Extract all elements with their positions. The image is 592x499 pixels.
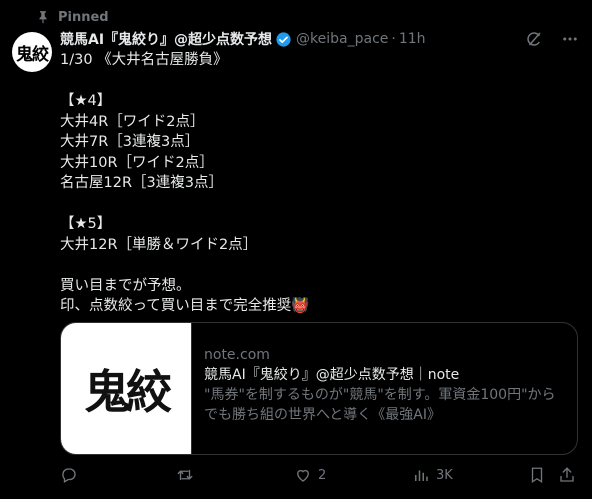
pinned-label: Pinned [58,9,109,25]
card-thumb-text: 鬼絞 [84,364,172,419]
timestamp[interactable]: 11h [399,31,426,47]
tweet-text: 1/30 《大井名古屋勝負》 【★4】大井4R［ワイド2点］ 大井7R［3連複3点］… [60,50,580,317]
views-button[interactable]: 3K [412,464,453,486]
retweet-button[interactable] [176,464,200,486]
tweet-line: 【★4】 [60,93,112,109]
tweet-header: 競馬AI『鬼絞り』@超少点数予想 @keiba_pace · 11h [60,29,580,49]
tweet-line: 印、点数絞って買い目まで完全推奨👹 [60,298,310,314]
tweet-line: 大井4R［ワイド2点］ [60,113,205,130]
header-actions [524,29,580,49]
pinned-indicator: Pinned [36,9,109,25]
card-title: 競馬AI『鬼絞り』@超少点数予想｜note [204,367,460,383]
reply-button[interactable] [60,464,84,486]
bookmark-icon [531,467,543,484]
avatar-text: 鬼絞 [16,44,49,65]
like-count: 2 [318,467,327,483]
card-domain: note.com [204,347,270,363]
tweet-line: 名古屋12R［3連複3点］ [60,175,223,191]
action-bar: 2 3K [60,464,576,486]
tweet-line: 1/30 《大井名古屋勝負》 [60,52,228,68]
tweet-line: 大井7R［3連複3点］ [60,134,200,150]
views-icon [415,470,428,481]
retweet-icon [177,469,193,481]
verified-badge-icon[interactable] [275,31,292,48]
separator-dot: · [391,31,396,47]
display-name[interactable]: 競馬AI『鬼絞り』@超少点数予想 [60,29,272,49]
like-icon [297,469,309,482]
share-button[interactable] [558,464,576,486]
pin-icon [39,11,47,24]
share-icon [560,467,574,482]
like-button[interactable]: 2 [294,464,326,486]
avatar[interactable]: 鬼絞 [12,32,52,72]
tweet-line [60,71,580,92]
tweet-line [60,194,580,215]
bookmark-button[interactable] [528,464,546,486]
tweet-line: 【★5】 [60,216,112,232]
tweet-line: 買い目までが予想。 [60,277,191,294]
more-icon[interactable] [560,29,580,49]
handle[interactable]: @keiba_pace [296,31,388,47]
tweet-line: 大井12R［単勝＆ワイド2点］ [60,236,258,253]
reply-icon [62,468,76,483]
card-meta: note.com 競馬AI『鬼絞り』@超少点数予想｜note "馬券"を制するも… [192,323,577,454]
views-count: 3K [436,467,453,483]
card-thumbnail: 鬼絞 [61,323,192,454]
tweet-line: 大井10R［ワイド2点］ [60,154,214,171]
card-description: "馬券"を制するものが"競馬"を制す。軍資金100円"からでも勝ち組の世界へと導… [204,387,556,423]
tweet-line [60,255,580,276]
link-card[interactable]: 鬼絞 note.com 競馬AI『鬼絞り』@超少点数予想｜note "馬券"を制… [60,322,578,455]
grok-icon[interactable] [524,29,544,49]
